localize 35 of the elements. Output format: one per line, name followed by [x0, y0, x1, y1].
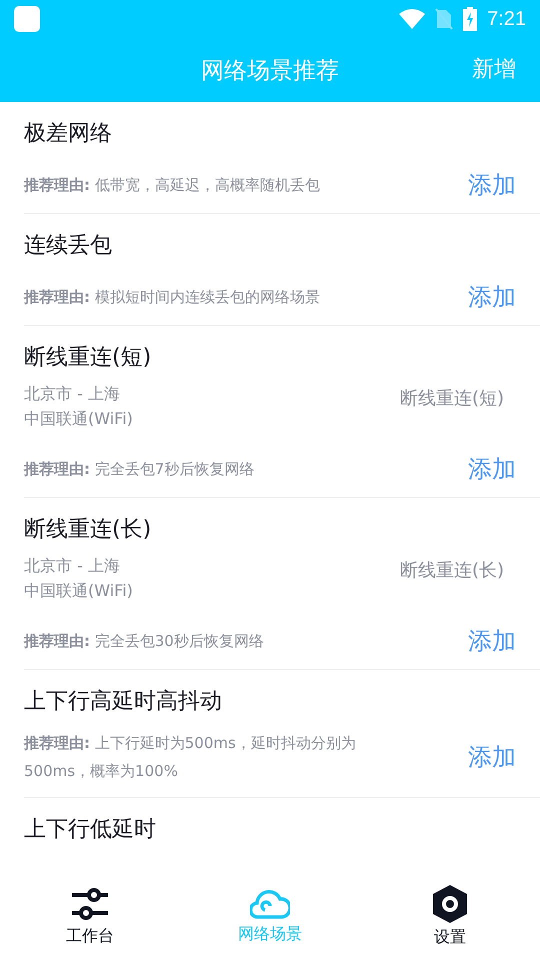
add-button[interactable]: 添加 — [468, 281, 516, 313]
add-button[interactable]: 添加 — [468, 169, 516, 201]
reason-text: 推荐理由: 模拟短时间内连续丢包的网络场景 — [24, 287, 320, 308]
app-icon — [14, 6, 40, 32]
nav-tab[interactable]: 网络场景 — [180, 872, 360, 960]
reason-text: 推荐理由: 上下行延时为500ms，延时抖动分别为500ms，概率为100% — [24, 733, 357, 782]
scenario-title: 断线重连(短) — [24, 344, 152, 372]
cloud-icon — [250, 888, 290, 920]
reason-text: 推荐理由: 低带宽，高延迟，高概率随机丢包 — [24, 175, 320, 196]
nav-tab[interactable]: 设置 — [360, 872, 540, 960]
scenario-tag: 断线重连(长) — [400, 558, 504, 602]
carrier-text: 中国联通(WiFi) — [24, 581, 133, 602]
sliders-icon — [70, 886, 110, 922]
add-new-button[interactable]: 新增 — [472, 50, 516, 88]
page-title: 网络场景推荐 — [201, 56, 339, 86]
no-sim-icon — [435, 8, 454, 30]
wifi-icon — [399, 9, 426, 29]
add-button[interactable]: 添加 — [468, 453, 516, 485]
settings-icon — [432, 884, 468, 922]
scenario-title: 极差网络 — [24, 120, 113, 148]
reason-text: 推荐理由: 完全丢包30秒后恢复网络 — [24, 631, 264, 652]
status-time: 7:21 — [487, 8, 526, 30]
reason-text: 推荐理由: 完全丢包7秒后恢复网络 — [24, 459, 254, 480]
scenario-tag: 断线重连(短) — [400, 386, 504, 430]
carrier-text: 中国联通(WiFi) — [24, 409, 133, 430]
nav-tab[interactable]: 工作台 — [0, 872, 180, 960]
route-text: 北京市 - 上海 — [24, 556, 121, 577]
add-button[interactable]: 添加 — [468, 625, 516, 657]
add-button[interactable]: 添加 — [468, 741, 516, 773]
scenario-title: 上下行高延时高抖动 — [24, 688, 223, 716]
scenario-title: 连续丢包 — [24, 232, 113, 260]
route-text: 北京市 - 上海 — [24, 384, 121, 405]
battery-charging-icon — [463, 7, 478, 31]
scenario-title: 上下行低延时 — [24, 816, 157, 844]
scenario-title: 断线重连(长) — [24, 516, 152, 544]
